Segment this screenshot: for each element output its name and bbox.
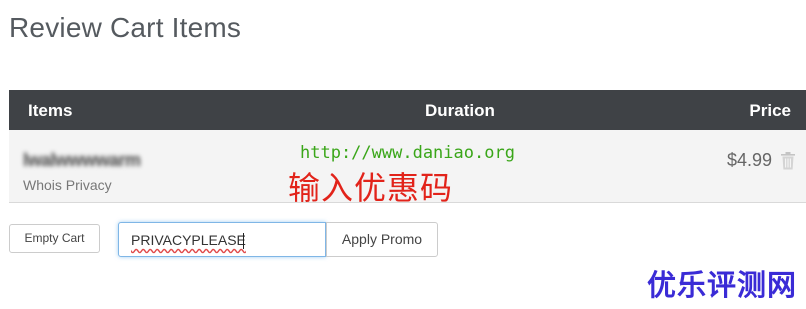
domain-name-redacted: lwalwwwwarm — [23, 150, 141, 170]
promo-code-input[interactable]: PRIVACYPLEASE — [118, 222, 326, 257]
url-watermark: http://www.daniao.org — [300, 143, 515, 163]
promo-code-value: PRIVACYPLEASE — [131, 232, 246, 248]
promo-hint-annotation: 输入优惠码 — [288, 170, 454, 206]
column-header-items: Items — [28, 101, 73, 120]
text-caret — [243, 233, 244, 249]
table-header: Items Duration Price — [9, 90, 806, 130]
empty-cart-button[interactable]: Empty Cart — [9, 224, 100, 253]
column-header-duration: Duration — [425, 101, 495, 120]
trash-icon[interactable] — [780, 152, 796, 170]
site-watermark: 优乐评测网 — [647, 270, 798, 302]
table-row: lwalwwwwarm Whois Privacy http://www.dan… — [9, 130, 806, 206]
product-name: Whois Privacy — [23, 177, 112, 193]
cart-table: Items Duration Price lwalwwwwarm Whois P… — [9, 90, 806, 206]
column-header-price: Price — [749, 101, 791, 120]
item-price: $4.99 — [726, 150, 772, 170]
page-title: Review Cart Items — [9, 12, 242, 43]
apply-promo-button[interactable]: Apply Promo — [326, 222, 438, 257]
